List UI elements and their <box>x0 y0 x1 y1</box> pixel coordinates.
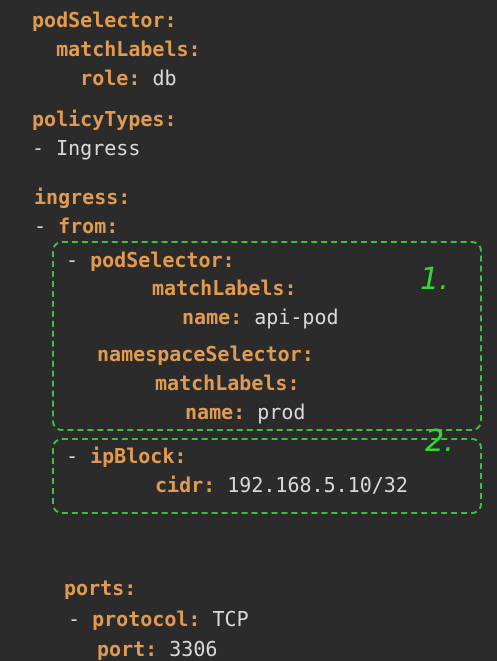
annotation-2: 2. <box>425 424 454 459</box>
line-ns-name: name: prod <box>185 400 306 424</box>
key-ingress: ingress <box>34 185 119 209</box>
line-from: - from: <box>34 214 119 238</box>
value-ns-name: prod <box>257 400 306 424</box>
value-role: db <box>152 66 177 90</box>
line-namespace-selector: namespaceSelector: <box>97 342 314 366</box>
key-protocol: protocol <box>92 607 189 631</box>
key-ns-name: name <box>185 400 234 424</box>
key-match-labels: matchLabels <box>56 37 189 61</box>
line-ingress: ingress: <box>34 185 131 209</box>
line-policy-types: policyTypes: <box>32 107 177 131</box>
key-port: port <box>97 637 146 661</box>
value-rule1-name: api-pod <box>254 305 339 329</box>
key-policy-types: policyTypes <box>32 107 165 131</box>
key-rule1-name: name <box>182 305 231 329</box>
yaml-code-view: podSelector: matchLabels: role: db polic… <box>0 0 497 661</box>
value-protocol: TCP <box>212 607 249 631</box>
key-rule1-match-labels: matchLabels <box>152 276 285 300</box>
key-pod-selector: podSelector <box>32 8 165 32</box>
key-namespace-selector: namespaceSelector <box>97 342 302 366</box>
line-rule1-pod-selector: - podSelector: <box>66 248 235 272</box>
line-protocol: - protocol: TCP <box>68 607 249 631</box>
line-cidr: cidr: 192.168.5.10/32 <box>155 473 408 497</box>
line-match-labels: matchLabels: <box>56 37 201 61</box>
line-policy-item: - Ingress <box>32 136 141 160</box>
value-port: 3306 <box>169 637 218 661</box>
value-cidr: 192.168.5.10/32 <box>227 473 408 497</box>
key-ns-match-labels: matchLabels <box>155 371 288 395</box>
annotation-1: 1. <box>420 262 449 297</box>
key-ip-block: ipBlock <box>90 444 175 468</box>
line-ports: ports: <box>64 576 137 600</box>
line-rule1-name: name: api-pod <box>182 305 339 329</box>
line-role: role: db <box>80 66 177 90</box>
line-port: port: 3306 <box>97 637 218 661</box>
line-rule1-match-labels: matchLabels: <box>152 276 297 300</box>
line-ns-match-labels: matchLabels: <box>155 371 300 395</box>
key-rule1-pod-selector: podSelector <box>90 248 223 272</box>
line-ip-block: - ipBlock: <box>66 444 187 468</box>
value-ingress: Ingress <box>56 136 141 160</box>
key-ports: ports <box>64 576 125 600</box>
key-role: role <box>80 66 129 90</box>
key-from: from <box>58 214 107 238</box>
line-pod-selector: podSelector: <box>32 8 177 32</box>
key-cidr: cidr <box>155 473 204 497</box>
